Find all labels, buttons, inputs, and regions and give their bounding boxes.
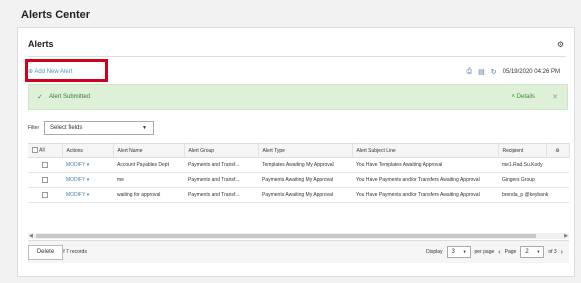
modify-dropdown[interactable]: MODIFY ▾ xyxy=(66,177,89,183)
cell-alert-subject: You Have Payments and/or Transfers Await… xyxy=(352,187,498,203)
page-size-select[interactable]: 3 ▼ xyxy=(446,246,471,258)
column-settings-icon[interactable]: ⚙ xyxy=(546,143,570,158)
highlight-annotation xyxy=(25,59,108,82)
page-number-select[interactable]: 2 ▼ xyxy=(520,246,545,258)
cell-recipient: Gingers Group xyxy=(498,172,569,188)
table-row: MODIFY ▾ waiting for approval Payments a… xyxy=(28,187,569,203)
prev-page-icon[interactable]: ‹ xyxy=(498,249,500,256)
cell-alert-subject: You Have Payments and/or Transfers Await… xyxy=(352,172,498,188)
select-all-checkbox[interactable] xyxy=(32,147,38,154)
filter-select[interactable]: Select fields ▼ xyxy=(44,121,154,135)
chevron-down-icon: ▼ xyxy=(536,249,541,254)
modify-dropdown[interactable]: MODIFY ▾ xyxy=(66,192,89,198)
modify-dropdown[interactable]: MODIFY ▾ xyxy=(66,162,89,168)
cell-alert-type: Payments Awaiting My Approval xyxy=(258,187,352,203)
per-page-label: per page xyxy=(474,249,495,255)
modify-label: MODIFY xyxy=(66,192,86,198)
row-checkbox[interactable] xyxy=(42,161,48,168)
page-size-value: 3 xyxy=(451,249,455,255)
scroll-left-icon[interactable]: ◀ xyxy=(29,233,33,239)
alerts-table: All Actions Alert Name Alert Group Alert… xyxy=(28,143,570,203)
cell-recipient: brenda_p @keybank xyxy=(498,187,569,203)
header-alert-subject[interactable]: Alert Subject Line xyxy=(352,143,499,158)
cell-alert-type: Payments Awaiting My Approval xyxy=(258,172,352,188)
header-label: All xyxy=(39,147,45,154)
table-footer: Viewing 4-6 of 7 records Display 3 ▼ per… xyxy=(28,240,569,263)
print-icon[interactable]: ⎙ xyxy=(467,68,473,76)
header-recipient[interactable]: Recipient xyxy=(498,143,547,158)
page-number-value: 2 xyxy=(525,249,529,255)
chevron-down-icon: ▼ xyxy=(142,125,147,131)
header-select-all[interactable]: All xyxy=(28,143,63,158)
refresh-icon[interactable]: ↻ xyxy=(491,68,497,76)
header-alert-type[interactable]: Alert Type xyxy=(258,143,353,158)
details-toggle[interactable]: ˄ Details xyxy=(511,94,535,100)
filter-label: Filter xyxy=(28,125,40,131)
table-row: MODIFY ▾ Account Payables Dept Payments … xyxy=(28,157,569,173)
header-actions[interactable]: Actions xyxy=(62,143,114,158)
cell-alert-group: Payments and Transf... xyxy=(184,187,258,203)
row-checkbox[interactable] xyxy=(42,176,48,183)
cell-alert-group: Payments and Transf... xyxy=(184,172,258,188)
modify-label: MODIFY xyxy=(66,162,86,168)
success-banner: ✓ Alert Submitted ˄ Details ✕ xyxy=(28,84,568,110)
cell-alert-type: Templates Awaiting My Approval xyxy=(258,157,352,173)
cell-alert-name: waiting for approval xyxy=(113,187,184,203)
display-label: Display xyxy=(426,249,443,255)
chevron-down-icon: ▼ xyxy=(462,249,467,254)
next-page-icon[interactable]: › xyxy=(561,249,563,256)
row-checkbox[interactable] xyxy=(42,191,48,198)
modify-label: MODIFY xyxy=(66,177,86,183)
scrollbar-thumb[interactable] xyxy=(36,234,536,238)
timestamp: 05/19/2020 04:26 PM xyxy=(502,69,560,75)
horizontal-scrollbar[interactable]: ◀ ▶ xyxy=(28,233,569,239)
cell-alert-group: Payments and Transf... xyxy=(184,157,258,173)
close-icon[interactable]: ✕ xyxy=(552,93,558,101)
cell-recipient: me1.Rad.Su.Kody xyxy=(498,157,569,173)
pagination: Display 3 ▼ per page ‹ Page 2 ▼ of 3 › xyxy=(426,246,563,258)
of-pages-label: of 3 xyxy=(548,249,557,255)
banner-message: Alert Submitted xyxy=(49,94,91,100)
gear-icon[interactable]: ⚙ xyxy=(557,40,564,49)
cell-alert-name: Account Payables Dept xyxy=(113,157,184,173)
toolbar-right: ⎙ ▤ ↻ 05/19/2020 04:26 PM xyxy=(467,68,561,76)
delete-button[interactable]: Delete xyxy=(28,245,63,260)
table-row: MODIFY ▾ me Payments and Transf... Payme… xyxy=(28,172,569,188)
alerts-card: Alerts ⚙ ⊕ Add New Alert ⎙ ▤ ↻ 05/19/202… xyxy=(17,27,575,277)
cell-alert-name: me xyxy=(113,172,184,188)
filter-select-value: Select fields xyxy=(50,125,83,131)
cell-alert-subject: You Have Templates Awaiting Approval xyxy=(352,157,498,173)
table-header-row: All Actions Alert Name Alert Group Alert… xyxy=(28,143,570,158)
header-alert-name[interactable]: Alert Name xyxy=(113,143,185,158)
divider xyxy=(28,56,566,57)
card-title: Alerts xyxy=(28,39,54,49)
page-label: Page xyxy=(504,249,517,255)
export-icon[interactable]: ▤ xyxy=(478,68,485,76)
page-title: Alerts Center xyxy=(0,0,581,28)
check-icon: ✓ xyxy=(37,94,43,101)
details-label: Details xyxy=(516,94,535,100)
header-alert-group[interactable]: Alert Group xyxy=(184,143,259,158)
scroll-right-icon[interactable]: ▶ xyxy=(564,233,568,239)
